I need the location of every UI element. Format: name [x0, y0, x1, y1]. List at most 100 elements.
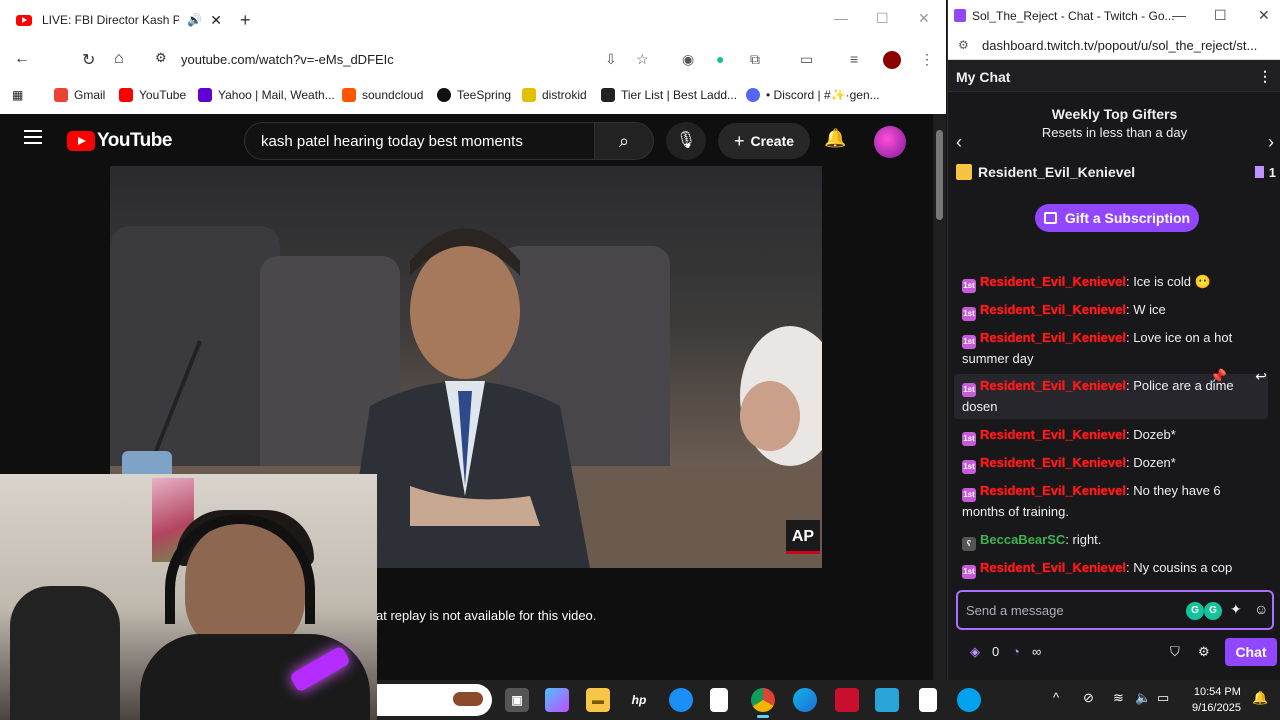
- bookmark-teespring[interactable]: TeeSpring: [437, 88, 511, 102]
- bookmark-discord[interactable]: • Discord | #✨·gen...: [746, 88, 880, 102]
- emote-picker-icon[interactable]: ☺: [1254, 601, 1268, 617]
- chat-message[interactable]: 1st Resident_Evil_Kenievel: No they have …: [954, 479, 1268, 524]
- chat-username[interactable]: Resident_Evil_Kenievel: [980, 330, 1126, 345]
- back-icon[interactable]: ←: [14, 50, 30, 68]
- chat-username[interactable]: Resident_Evil_Kenievel: [980, 483, 1126, 498]
- chat-message-input[interactable]: Send a message G G ✦ ☺: [956, 590, 1274, 630]
- taskbar-clock[interactable]: 10:54 PM 9/16/2025: [1192, 684, 1241, 716]
- chat-message[interactable]: 1st Resident_Evil_Kenievel: Dozeb*: [954, 423, 1268, 448]
- chat-username[interactable]: Resident_Evil_Kenievel: [980, 274, 1126, 289]
- close-tab-icon[interactable]: ✕: [210, 12, 222, 29]
- chrome-icon[interactable]: [751, 688, 775, 718]
- install-icon[interactable]: ⇩: [605, 51, 617, 68]
- battery-icon[interactable]: ▭: [1157, 690, 1169, 706]
- voice-search-button[interactable]: 🎙: [666, 122, 706, 160]
- scrollbar-thumb[interactable]: [936, 130, 943, 220]
- chat-username[interactable]: Resident_Evil_Kenievel: [980, 455, 1126, 470]
- tray-chevron-up-icon[interactable]: ^: [1053, 690, 1059, 705]
- cast-icon[interactable]: ▭: [800, 51, 813, 68]
- edge-icon[interactable]: [793, 688, 817, 712]
- create-button[interactable]: + Create: [718, 123, 810, 159]
- twitch-url[interactable]: dashboard.twitch.tv/popout/u/sol_the_rej…: [982, 38, 1257, 53]
- grammarly-check-icon[interactable]: G: [1204, 602, 1222, 620]
- chat-message[interactable]: 1st Resident_Evil_Kenievel: W ice: [954, 298, 1268, 323]
- photos-icon[interactable]: [875, 688, 899, 712]
- maximize-icon[interactable]: ☐: [876, 10, 889, 27]
- bookmark-yahoo[interactable]: Yahoo | Mail, Weath...: [198, 88, 335, 102]
- notepad-icon[interactable]: [919, 688, 937, 712]
- url-field[interactable]: youtube.com/watch?v=-eMs_dDFEIc: [181, 52, 394, 67]
- hp-icon[interactable]: hp: [627, 688, 651, 712]
- settings-gear-icon[interactable]: ⚙: [1198, 644, 1210, 660]
- notification-bell-icon[interactable]: 🔔: [1252, 690, 1268, 706]
- soundcloud-icon: [342, 88, 356, 102]
- volume-icon[interactable]: 🔈: [1135, 690, 1151, 706]
- chat-username[interactable]: Resident_Evil_Kenievel: [980, 427, 1126, 442]
- apps-grid-icon[interactable]: ▦: [12, 88, 23, 102]
- channel-points-icon[interactable]: ◈: [970, 644, 980, 660]
- document-icon[interactable]: [710, 688, 728, 712]
- app-blue-icon[interactable]: [669, 688, 693, 712]
- chat-username[interactable]: BeccaBearSC: [980, 532, 1065, 547]
- maximize-icon[interactable]: ☐: [1214, 7, 1227, 24]
- watch-streak-icon[interactable]: ◔: [1012, 644, 1020, 659]
- extensions-icon[interactable]: ⧉: [750, 51, 760, 68]
- bookmark-gmail[interactable]: Gmail: [54, 88, 105, 102]
- top-gifter[interactable]: Resident_Evil_Kenievel: [956, 164, 1135, 180]
- chat-message[interactable]: 1st Resident_Evil_Kenievel: Ny cousins a …: [954, 556, 1268, 580]
- gift-subscription-button[interactable]: Gift a Subscription: [1035, 204, 1199, 232]
- wifi-icon[interactable]: ≋: [1113, 690, 1124, 706]
- chat-message[interactable]: 1st Resident_Evil_Kenievel: Dozen*: [954, 451, 1268, 476]
- chat-menu-dots-icon[interactable]: ⋮: [1258, 68, 1272, 85]
- shield-icon[interactable]: ⛉: [1170, 644, 1180, 660]
- send-chat-button[interactable]: Chat: [1225, 638, 1277, 666]
- search-input[interactable]: kash patel hearing today best moments: [244, 122, 594, 160]
- media-icon[interactable]: ≡: [850, 51, 858, 67]
- copilot-icon[interactable]: [545, 688, 569, 712]
- speaker-icon[interactable]: 🔊: [187, 13, 202, 27]
- file-explorer-icon[interactable]: ▬: [586, 688, 610, 712]
- site-info-icon[interactable]: ⚙: [155, 50, 167, 66]
- bookmark-star-icon[interactable]: ☆: [636, 51, 649, 68]
- notifications-bell-icon[interactable]: 🔔: [824, 128, 846, 149]
- minimize-icon[interactable]: —: [1172, 7, 1186, 23]
- search-button[interactable]: ⌕: [594, 122, 654, 160]
- bookmark-youtube[interactable]: YouTube: [119, 88, 186, 102]
- account-avatar[interactable]: [874, 126, 906, 158]
- chat-username[interactable]: Resident_Evil_Kenievel: [980, 378, 1126, 393]
- windows-taskbar: ▣ ▬ hp ^ ⊘ ≋ 🔈 ▭ 10:54 PM 9/16/2025 🔔: [377, 680, 1280, 720]
- chat-message[interactable]: 1st Resident_Evil_Kenievel: Love ice on a…: [954, 326, 1268, 371]
- hamburger-menu-icon[interactable]: [24, 130, 42, 144]
- home-icon[interactable]: ⌂: [114, 50, 124, 68]
- close-window-icon[interactable]: ✕: [1258, 7, 1270, 24]
- sparkle-icon[interactable]: ✦: [1230, 601, 1242, 618]
- taskbar-search-box[interactable]: [377, 684, 492, 716]
- close-window-icon[interactable]: ✕: [918, 10, 930, 27]
- bookmark-tierlist[interactable]: Tier List | Best Ladd...: [601, 88, 737, 102]
- camera-icon[interactable]: ◉: [682, 51, 694, 68]
- menu-dots-icon[interactable]: ⋮: [920, 51, 934, 68]
- chat-messages[interactable]: 1st Resident_Evil_Kenievel: Ice is cold 😶…: [948, 268, 1280, 580]
- tray-network-off-icon[interactable]: ⊘: [1083, 690, 1094, 706]
- tab-youtube-live[interactable]: LIVE: FBI Director Kash Pate 🔊 ✕: [8, 4, 230, 36]
- chat-username[interactable]: Resident_Evil_Kenievel: [980, 302, 1126, 317]
- grammarly-icon[interactable]: ●: [716, 51, 724, 67]
- chat-message[interactable]: 1st Resident_Evil_Kenievel: Ice is cold 😶: [954, 270, 1268, 295]
- mcafee-icon[interactable]: [835, 688, 859, 712]
- profile-avatar[interactable]: [883, 51, 901, 69]
- new-tab-icon[interactable]: +: [240, 10, 251, 31]
- app-globe-icon[interactable]: [957, 688, 981, 712]
- reload-icon[interactable]: ↻: [82, 50, 95, 70]
- task-view-icon[interactable]: ▣: [505, 688, 529, 712]
- bookmark-distrokid[interactable]: distrokid: [522, 88, 587, 102]
- pin-message-icon[interactable]: 📌: [1210, 366, 1227, 386]
- chat-username[interactable]: Resident_Evil_Kenievel: [980, 560, 1126, 575]
- page-scrollbar[interactable]: [933, 114, 946, 686]
- minimize-icon[interactable]: —: [834, 10, 848, 26]
- chat-message[interactable]: ʕ BeccaBearSC: right.: [954, 528, 1268, 553]
- bookmark-soundcloud[interactable]: soundcloud: [342, 88, 423, 102]
- grammarly-icon[interactable]: G: [1186, 602, 1204, 620]
- youtube-logo[interactable]: YouTube: [67, 130, 172, 152]
- reply-icon[interactable]: ↩: [1255, 366, 1267, 386]
- site-info-icon[interactable]: ⚙: [958, 38, 969, 52]
